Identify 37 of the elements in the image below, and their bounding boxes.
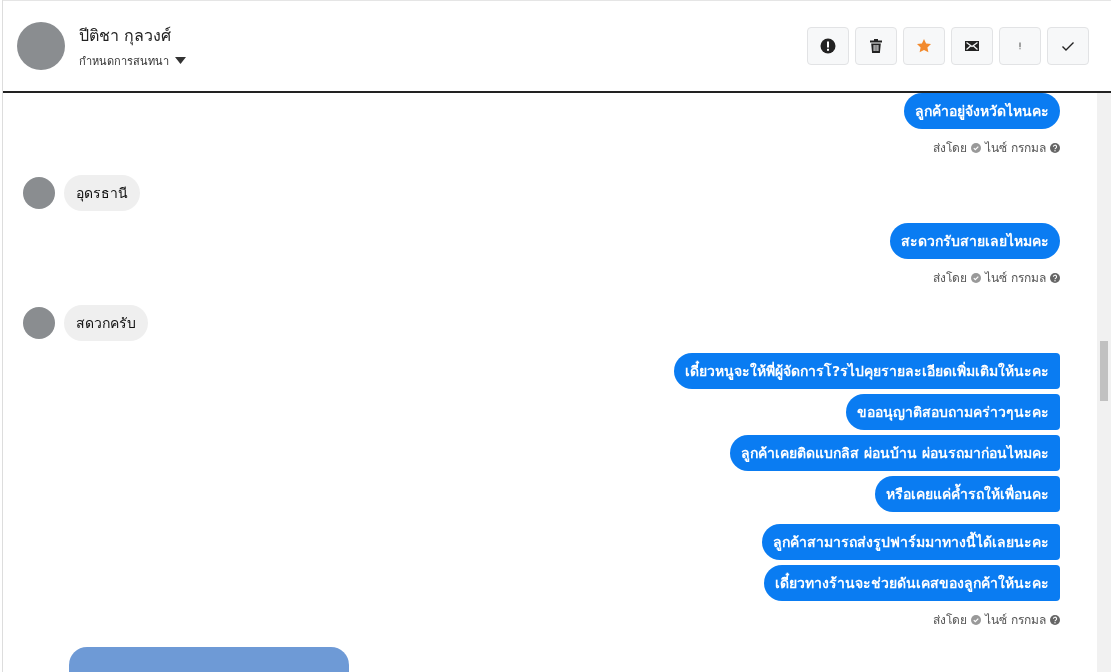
star-icon — [916, 38, 932, 54]
alert-icon — [820, 38, 836, 54]
avatar — [23, 177, 55, 209]
toolbar-button[interactable] — [951, 27, 993, 65]
agent-name: ไนซ์ กรกมล — [985, 140, 1046, 157]
trash-icon — [868, 38, 884, 54]
message-bubble: ขออนุญาติสอบถามคร่าวๆนะคะ — [846, 394, 1060, 430]
scroll-thumb[interactable] — [1100, 341, 1108, 401]
message-bubble: ลูกค้าเคยติดแบกลิส ผ่อนบ้าน ผ่อนรถมาก่อนไหมคะ — [730, 435, 1060, 471]
verified-icon — [971, 142, 982, 153]
sent-by-label: ส่งโดย — [933, 612, 968, 629]
message-bubble: เดี๋ยวหนูจะให้พี่ผู้จัดการโ?รไปคุยรายละเอียดเพิ่มเติมให้นะคะ — [673, 353, 1060, 389]
contact-name: ปีติชา กุลวงศ์ — [79, 24, 173, 48]
toolbar-button[interactable] — [807, 27, 849, 65]
sent-by-label: ส่งโดย — [933, 140, 968, 157]
caret-icon — [175, 57, 186, 64]
help-icon[interactable] — [1050, 614, 1060, 625]
sent-by-label: ส่งโดย — [933, 270, 968, 287]
message-bubble: ลูกค้าอยู่จังหวัดไหนคะ — [904, 93, 1060, 129]
help-icon[interactable] — [1050, 272, 1060, 283]
avatar — [17, 22, 65, 70]
envelope-icon — [964, 38, 980, 54]
toolbar-button[interactable] — [855, 27, 897, 65]
message-bubble: สดวกครับ — [64, 305, 148, 341]
agent-name: ไนซ์ กรกมล — [985, 612, 1046, 629]
message-bubble: เดี๋ยวทางร้านจะช่วยดันเคสของลูกค้าให้นะคะ — [764, 565, 1060, 601]
verified-icon — [971, 272, 982, 283]
help-icon[interactable] — [1050, 142, 1060, 153]
verified-icon — [971, 614, 982, 625]
message-bubble: หรือเคยแค่ค้ำรถให้เพื่อนคะ — [875, 476, 1060, 512]
avatar — [23, 307, 55, 339]
message-bubble: ลูกค้าสามารถส่งรูปฟาร์มมาทางนี้ได้เลยนะคะ — [762, 524, 1060, 560]
message-bubble: สะดวกรับสายเลยไหมคะ — [890, 223, 1060, 259]
agent-name: ไนซ์ กรกมล — [985, 270, 1046, 287]
scrollbar[interactable] — [1097, 93, 1111, 672]
menu-label: กำหนดการสนทนา — [79, 53, 169, 70]
message-bubble: อุดรธานี — [64, 175, 140, 211]
